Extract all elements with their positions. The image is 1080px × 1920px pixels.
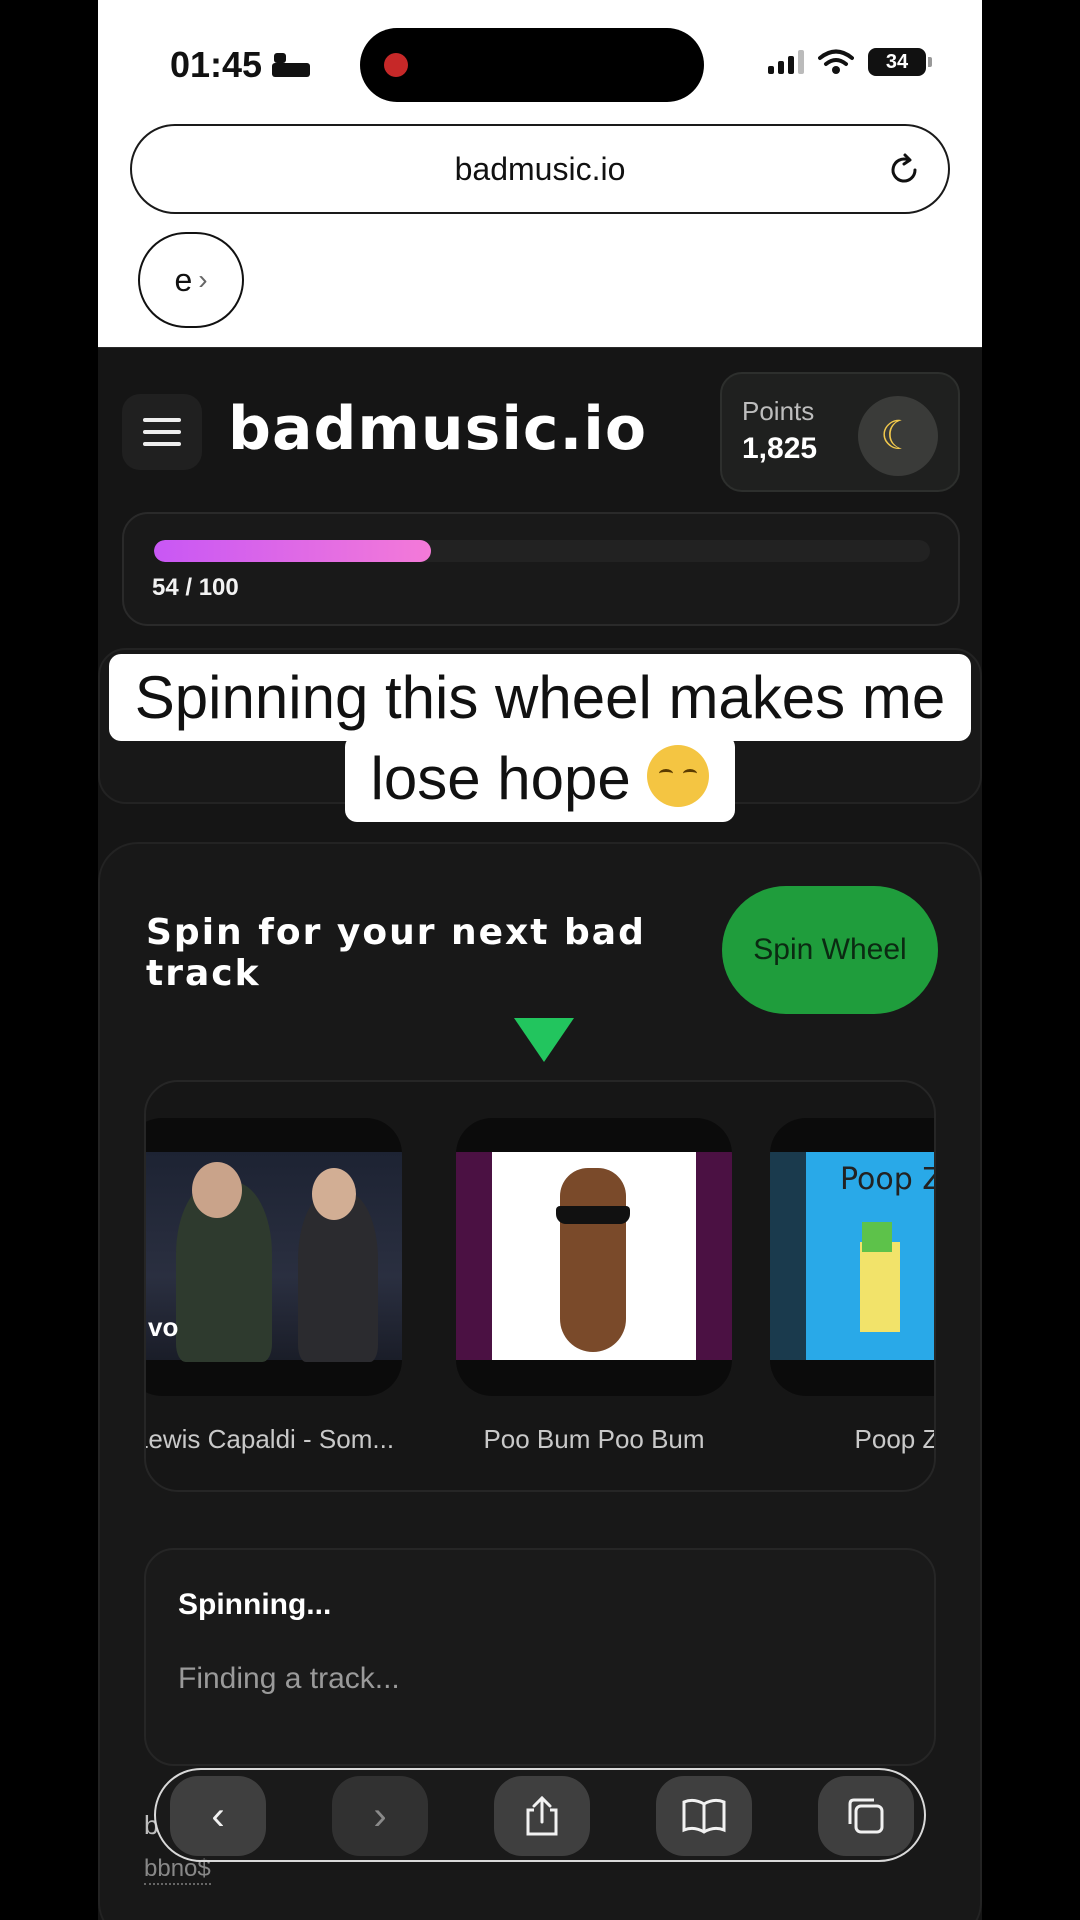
bookmarks-icon[interactable] (656, 1776, 752, 1856)
caption-line-1: Spinning this wheel makes me (108, 654, 972, 741)
track-thumbnail (456, 1152, 732, 1360)
tab-chip[interactable]: e › (138, 232, 244, 328)
track-card[interactable]: Poop Zom (770, 1118, 934, 1396)
zombie-figure (860, 1242, 900, 1332)
progress-fill (154, 540, 431, 562)
track-wheel: vo Lewis Capaldi - Som... Poo Bum Poo Bu… (144, 1080, 936, 1492)
status-icons: 34 (768, 48, 932, 76)
phone-screen: 01:45 34 badmusic.io e › badmusic.io Poi… (98, 0, 982, 1920)
chevron-right-icon: › (198, 264, 208, 295)
video-caption: Spinning this wheel makes me lose hope (0, 654, 1080, 822)
zombie-head (862, 1222, 892, 1252)
caption-line-2: lose hope (344, 735, 736, 822)
progress-card: 54 / 100 (122, 512, 960, 626)
person-head (312, 1168, 356, 1220)
hamburger-menu-icon[interactable] (122, 394, 202, 470)
track-thumbnail: Poop Zom (770, 1152, 934, 1360)
points-label: Points (742, 396, 815, 426)
points-value: 1,825 (742, 432, 818, 465)
pleading-face-icon (647, 745, 710, 807)
tab-chip-label: e (174, 261, 193, 298)
status-bar: 01:45 34 (98, 0, 982, 120)
spin-heading: Spin for your next bad track (146, 912, 646, 995)
recording-indicator-icon (384, 53, 408, 77)
site-header: badmusic.io Points 1,825 ☾ (98, 348, 982, 498)
track-card[interactable] (456, 1118, 732, 1396)
caption-line-2-text: lose hope (370, 745, 631, 812)
track-name: Poo Bum Poo Bum (483, 1424, 705, 1454)
spin-status-title: Spinning... (178, 1588, 332, 1621)
clock-time: 01:45 (170, 44, 263, 85)
sunglasses-icon (556, 1206, 630, 1224)
track-card[interactable]: vo (146, 1118, 402, 1396)
cellular-signal-icon (768, 50, 804, 74)
browser-toolbar: ‹ › (154, 1768, 926, 1862)
battery-level: 34 (885, 50, 909, 73)
forward-icon[interactable]: › (332, 1776, 428, 1856)
spin-status-card: Spinning... Finding a track... (144, 1548, 936, 1766)
progress-text: 54 / 100 (152, 574, 239, 601)
browser-chrome: 01:45 34 badmusic.io e › (98, 0, 982, 348)
tabs-icon[interactable] (818, 1776, 914, 1856)
dynamic-island (360, 28, 704, 102)
spin-section: Spin for your next bad track Spin Wheel … (98, 842, 982, 1920)
share-icon[interactable] (494, 1776, 590, 1856)
thumb-text: Poop Zom (840, 1162, 934, 1197)
thumb-watermark: vo (148, 1312, 179, 1342)
address-url: badmusic.io (454, 150, 626, 187)
person-head (192, 1162, 242, 1218)
wifi-icon (818, 49, 854, 74)
clock: 01:45 (170, 44, 311, 86)
moon-icon[interactable]: ☾ (858, 396, 938, 476)
site-logo[interactable]: badmusic.io (228, 394, 647, 464)
battery-icon: 34 (868, 48, 932, 76)
reload-icon[interactable] (886, 152, 922, 188)
spin-status-text: Finding a track... (178, 1662, 400, 1695)
points-panel: Points 1,825 ☾ (720, 372, 960, 492)
back-icon[interactable]: ‹ (170, 1776, 266, 1856)
progress-bar (154, 540, 930, 562)
address-bar[interactable]: badmusic.io (130, 124, 950, 214)
track-thumbnail: vo (146, 1152, 402, 1362)
track-name: Poop Zor (854, 1424, 934, 1454)
track-name: Lewis Capaldi - Som... (144, 1424, 395, 1454)
poop-character (560, 1168, 626, 1352)
sleep-focus-icon (272, 53, 311, 77)
spin-wheel-button[interactable]: Spin Wheel (722, 886, 938, 1014)
wheel-pointer-icon (514, 1018, 574, 1062)
